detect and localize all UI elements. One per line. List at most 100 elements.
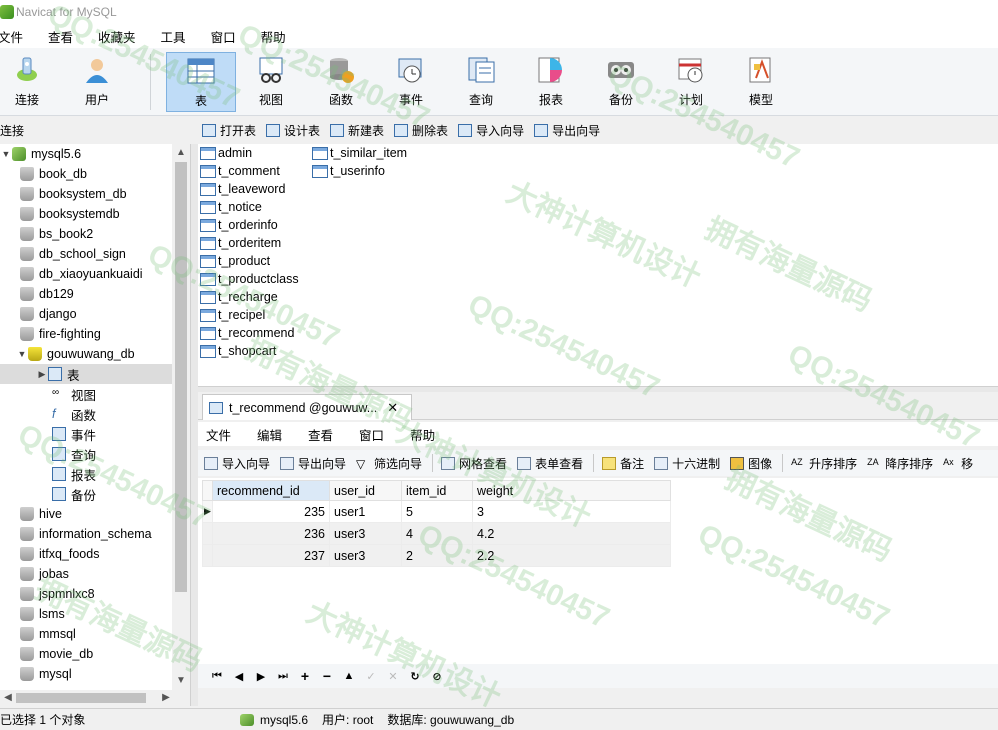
table-item-t-similar-item[interactable]: t_similar_item: [312, 144, 407, 162]
toolbar-user-button[interactable]: 用户: [62, 52, 132, 112]
grid-view-button[interactable]: 网格查看: [441, 455, 507, 472]
export-wizard-button[interactable]: 导出向导: [534, 122, 600, 139]
toolbar-model-button[interactable]: 模型: [726, 52, 796, 112]
delete-table-button[interactable]: 删除表: [394, 122, 448, 139]
tree-item-database[interactable]: hive: [0, 504, 172, 524]
table-item-t-orderinfo[interactable]: t_orderinfo: [200, 216, 278, 234]
menu-file[interactable]: 文件: [0, 27, 36, 46]
table-row[interactable]: 236 user3 4 4.2: [202, 522, 671, 545]
inner-menu-help[interactable]: 帮助: [410, 425, 435, 444]
cell-recommend-id[interactable]: 236: [212, 522, 330, 545]
tab-t-recommend[interactable]: t_recommend @gouwuw... ✕: [202, 394, 412, 420]
cell-item-id[interactable]: 5: [401, 500, 473, 523]
close-icon[interactable]: ✕: [387, 400, 398, 416]
menu-favorites[interactable]: 收藏夹: [98, 27, 149, 46]
table-item-t-recharge[interactable]: t_recharge: [200, 288, 278, 306]
table-item-t-orderitem[interactable]: t_orderitem: [200, 234, 281, 252]
tree-item-database[interactable]: booksystem_db: [0, 184, 172, 204]
tree-item-open-database[interactable]: ▼ gouwuwang_db: [0, 344, 172, 364]
tree-vertical-scrollbar[interactable]: ▲ ▼: [172, 144, 190, 690]
delete-record-icon[interactable]: −: [316, 668, 338, 684]
collapse-arrow-icon[interactable]: ▼: [0, 149, 12, 159]
tree-item-database[interactable]: movie_db: [0, 644, 172, 664]
tree-item-database[interactable]: jobas: [0, 564, 172, 584]
scrollbar-thumb[interactable]: [175, 162, 187, 592]
table-item-t-product[interactable]: t_product: [200, 252, 270, 270]
tree-item-database[interactable]: lsms: [0, 604, 172, 624]
collapse-arrow-icon[interactable]: ▼: [16, 349, 28, 359]
tree-item-reports[interactable]: 报表: [0, 464, 172, 484]
inner-export-wizard-button[interactable]: 导出向导: [280, 455, 346, 472]
cell-user-id[interactable]: user3: [329, 522, 402, 545]
column-header-user-id[interactable]: user_id: [329, 480, 402, 501]
tree-item-queries[interactable]: 查询: [0, 444, 172, 464]
move-up-icon[interactable]: ▲: [338, 670, 360, 682]
tree-item-views[interactable]: ∞ 视图: [0, 384, 172, 404]
toolbar-event-button[interactable]: 事件: [376, 52, 446, 112]
tree-item-database[interactable]: itfxq_foods: [0, 544, 172, 564]
toolbar-query-button[interactable]: 查询: [446, 52, 516, 112]
scroll-down-icon[interactable]: ▼: [172, 672, 190, 690]
first-record-icon[interactable]: ⏮: [206, 670, 228, 683]
apply-changes-icon[interactable]: ✓: [360, 670, 382, 683]
sort-descending-button[interactable]: ZA 降序排序: [867, 455, 933, 472]
column-header-item-id[interactable]: item_id: [401, 480, 473, 501]
tree-horizontal-scrollbar[interactable]: ◀ ▶: [0, 690, 190, 706]
tree-item-events[interactable]: 事件: [0, 424, 172, 444]
tree-item-database[interactable]: jspmnlxc8: [0, 584, 172, 604]
cell-item-id[interactable]: 2: [401, 544, 473, 567]
tree-item-database[interactable]: booksystemdb: [0, 204, 172, 224]
memo-button[interactable]: 备注: [602, 455, 644, 472]
design-table-button[interactable]: 设计表: [266, 122, 320, 139]
import-wizard-button[interactable]: 导入向导: [458, 122, 524, 139]
tree-item-database[interactable]: db129: [0, 284, 172, 304]
toolbar-connection-button[interactable]: 连接: [0, 52, 62, 112]
table-item-t-leaveword[interactable]: t_leaveword: [200, 180, 285, 198]
inner-menu-file[interactable]: 文件: [206, 425, 231, 444]
move-button[interactable]: Ax 移: [943, 455, 973, 472]
menu-window[interactable]: 窗口: [211, 27, 249, 46]
table-row[interactable]: 237 user3 2 2.2: [202, 544, 671, 567]
menu-view[interactable]: 查看: [48, 27, 86, 46]
tree-item-functions[interactable]: f 函数: [0, 404, 172, 424]
cell-user-id[interactable]: user1: [329, 500, 402, 523]
expand-arrow-icon[interactable]: ▶: [36, 369, 48, 380]
last-record-icon[interactable]: ⏭: [272, 670, 294, 683]
table-item-t-recommend[interactable]: t_recommend: [200, 324, 294, 342]
filter-wizard-button[interactable]: ▽ 筛选向导: [356, 455, 422, 472]
table-item-admin[interactable]: admin: [200, 144, 252, 162]
tree-item-database[interactable]: fire-fighting: [0, 324, 172, 344]
table-item-t-recipel[interactable]: t_recipel: [200, 306, 265, 324]
image-button[interactable]: 图像: [730, 455, 772, 472]
menu-tools[interactable]: 工具: [161, 27, 199, 46]
inner-menu-view[interactable]: 查看: [308, 425, 333, 444]
next-record-icon[interactable]: ▶: [250, 670, 272, 683]
cell-recommend-id[interactable]: 235: [212, 500, 330, 523]
toolbar-backup-button[interactable]: 备份: [586, 52, 656, 112]
cell-weight[interactable]: 2.2: [472, 544, 671, 567]
toolbar-schedule-button[interactable]: 计划: [656, 52, 726, 112]
menu-help[interactable]: 帮助: [261, 27, 299, 46]
discard-changes-icon[interactable]: ✕: [382, 670, 404, 683]
cell-user-id[interactable]: user3: [329, 544, 402, 567]
table-item-t-userinfo[interactable]: t_userinfo: [312, 162, 385, 180]
refresh-icon[interactable]: ↻: [404, 670, 426, 683]
tree-item-database[interactable]: mmsql: [0, 624, 172, 644]
cell-item-id[interactable]: 4: [401, 522, 473, 545]
cell-weight[interactable]: 3: [472, 500, 671, 523]
tree-item-connection[interactable]: ▼ mysql5.6: [0, 144, 172, 164]
tree-item-database[interactable]: db_school_sign: [0, 244, 172, 264]
new-table-button[interactable]: 新建表: [330, 122, 384, 139]
toolbar-report-button[interactable]: 报表: [516, 52, 586, 112]
tree-item-tables[interactable]: ▶ 表: [0, 364, 172, 384]
vertical-splitter[interactable]: [190, 144, 198, 706]
previous-record-icon[interactable]: ◀: [228, 670, 250, 683]
scrollbar-thumb[interactable]: [16, 693, 146, 703]
toolbar-view-button[interactable]: 视图: [236, 52, 306, 112]
tree-item-backups[interactable]: 备份: [0, 484, 172, 504]
tree-item-database[interactable]: db_xiaoyuankuaidi: [0, 264, 172, 284]
table-item-t-productclass[interactable]: t_productclass: [200, 270, 299, 288]
column-header-recommend-id[interactable]: recommend_id: [212, 480, 330, 501]
tree-item-database[interactable]: bs_book2: [0, 224, 172, 244]
table-item-t-shopcart[interactable]: t_shopcart: [200, 342, 276, 360]
